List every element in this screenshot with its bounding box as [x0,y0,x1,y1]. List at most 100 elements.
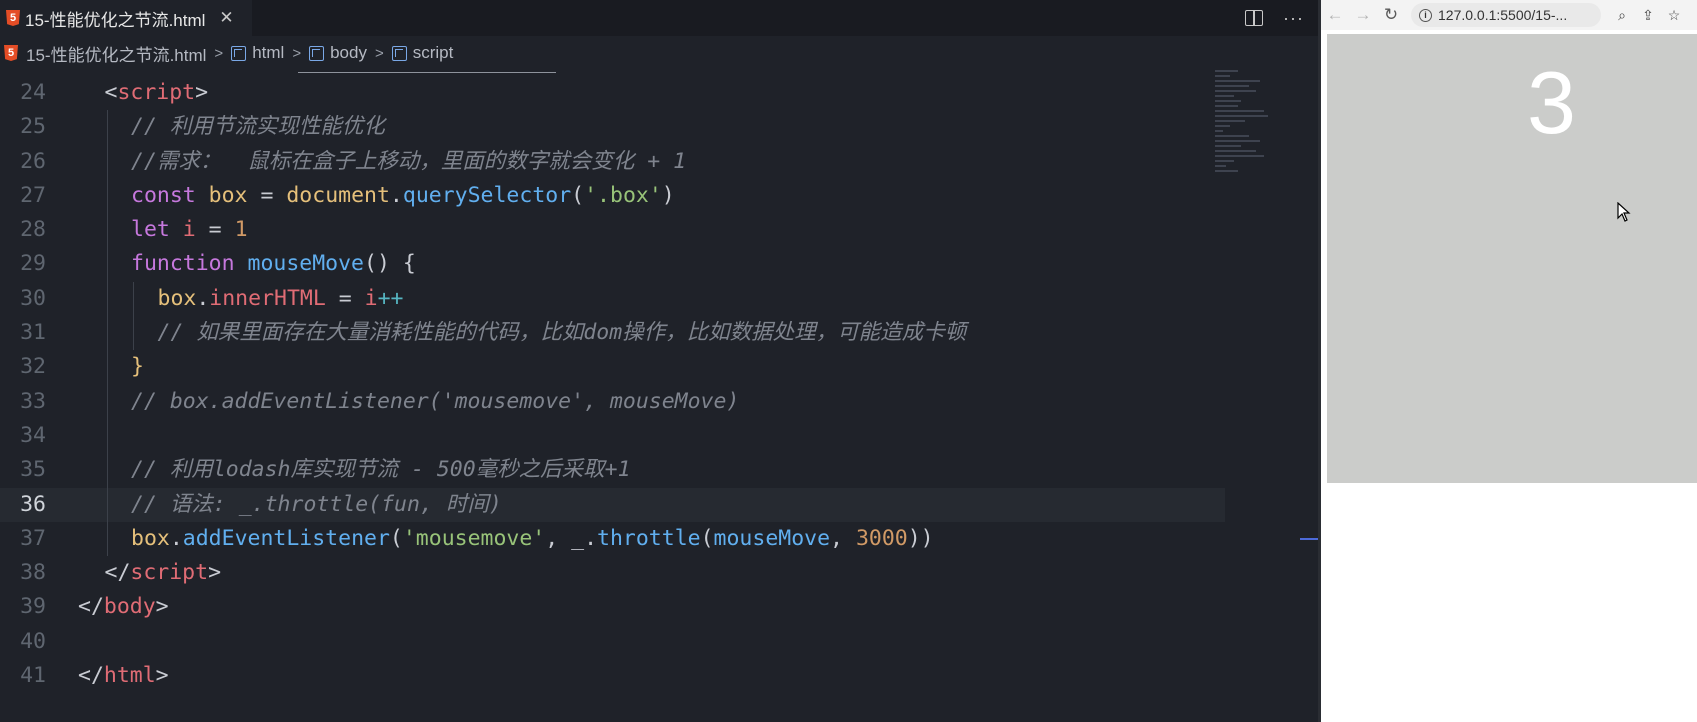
code-line[interactable]: 26 //需求： 鼠标在盒子上移动，里面的数字就会变化 + 1 [0,144,1225,179]
code-text: // 如果里面存在大量消耗性能的代码，比如dom操作，比如数据处理，可能造成卡顿 [158,316,967,350]
code-token: 'mousemove' [402,525,546,551]
minimap-line [1215,105,1238,107]
code-token: //需求： 鼠标在盒子上移动，里面的数字就会变化 + 1 [131,148,687,174]
minimap-line [1215,85,1249,87]
line-number: 34 [20,422,46,448]
minimap-line [1215,165,1227,167]
minimap-line [1215,135,1249,137]
minimap[interactable] [1215,70,1290,172]
code-line[interactable]: 24 <script> [0,76,1225,110]
code-token: ( [700,525,714,551]
code-token: ) [661,182,675,208]
code-token: querySelector [402,182,572,208]
element-icon [391,45,407,61]
breadcrumb-body[interactable]: body [309,43,367,63]
breadcrumb-file[interactable]: 5 15-性能优化之节流.html [4,41,206,66]
code-token: // 利用节流实现性能优化 [131,114,385,140]
zoom-icon[interactable]: ⌕ [1609,7,1635,24]
more-actions-icon[interactable]: ··· [1283,9,1304,27]
box-element[interactable]: 3 [1327,34,1697,483]
code-token: < [104,80,118,105]
code-token: '.box' [584,182,662,208]
code-line[interactable]: 40 [0,625,1225,659]
code-token: . [169,525,183,551]
code-token: i [364,285,378,311]
indent-guide [133,316,134,351]
indent-guide [133,281,134,317]
code-line[interactable]: 35 // 利用lodash库实现节流 - 500毫秒之后采取+1 [0,453,1225,488]
star-icon[interactable]: ☆ [1661,7,1687,24]
split-editor-icon[interactable] [1245,10,1264,26]
code-line[interactable]: 33 // box.addEventListener('mousemove', m… [0,384,1225,419]
code-token: } [131,354,144,380]
line-number: 26 [20,148,46,174]
indent-guide [106,247,108,282]
info-icon[interactable]: i [1419,8,1432,22]
code-line[interactable]: 25 // 利用节流实现性能优化 [0,110,1225,145]
breadcrumb-label: script [412,43,454,62]
box-counter: 3 [1527,53,1576,152]
breadcrumb-underline [298,72,556,73]
code-editor[interactable]: 5 15-性能优化之节流.html ✕ ··· 5 15-性能优化之节流.htm… [0,0,1318,722]
code-line[interactable]: 32} [0,350,1225,385]
code-text: // 语法: _.throttle(fun, 时间) [131,488,502,522]
code-token: addEventListener [182,525,390,551]
code-token: box [131,525,170,551]
forward-icon[interactable]: → [1349,5,1377,25]
code-token: > [155,663,169,689]
code-text: //需求： 鼠标在盒子上移动，里面的数字就会变化 + 1 [131,145,686,179]
line-number: 35 [20,457,46,483]
code-token: script [117,80,196,105]
code-token: mouseMove [713,525,831,551]
editor-tab[interactable]: 5 15-性能优化之节流.html ✕ [0,0,252,36]
code-line[interactable]: 28 let i = 1 [0,213,1225,248]
code-area[interactable]: 24 <script> 25// 利用节流实现性能优化 26//需求： 鼠标在盒子上移… [0,76,1225,693]
close-icon[interactable]: ✕ [219,8,233,28]
code-text: </body> [78,590,169,624]
reload-icon[interactable]: ↻ [1377,5,1405,25]
back-icon[interactable]: ← [1321,5,1349,25]
code-text: } [131,350,144,384]
address-bar[interactable]: i 127.0.0.1:5500/15-... [1411,3,1601,27]
minimap-line [1215,95,1234,97]
code-token: const [131,182,209,208]
code-line[interactable]: 30 box.innerHTML = i++ [0,281,1225,317]
breadcrumb-label: body [330,43,367,62]
code-token: ++ [377,285,404,311]
code-token: , _. [545,525,598,551]
code-line[interactable]: 31 // 如果里面存在大量消耗性能的代码，比如dom操作，比如数据处理，可能造成… [0,316,1225,351]
breadcrumb-script[interactable]: script [391,43,454,63]
code-text: // box.addEventListener('mousemove', mou… [131,385,739,419]
code-text: box.innerHTML = i++ [158,282,404,316]
chevron-right-icon: > [292,44,302,62]
code-line[interactable]: 39 </body> [0,590,1225,624]
code-token: . [196,285,210,311]
line-number: 28 [20,217,46,243]
code-line[interactable]: 27 const box = document.querySelector('.b… [0,178,1225,214]
code-line[interactable]: 34 [0,418,1225,454]
code-token: // 如果里面存在大量消耗性能的代码，比如dom操作，比如数据处理，可能造成卡顿 [157,320,967,346]
code-token: html [103,663,156,689]
code-line[interactable]: 36 // 语法: _.throttle(fun, 时间) [0,487,1225,522]
code-line[interactable]: 29 function mouseMove() { [0,247,1225,282]
element-icon [231,45,247,61]
html5-icon: 5 [6,10,20,26]
code-line[interactable]: 41 </html> [0,659,1225,693]
share-icon[interactable]: ⇪ [1635,7,1661,24]
minimap-line [1215,90,1257,92]
minimap-line [1215,75,1230,77]
code-text: <script> [105,76,209,110]
minimap-line [1215,110,1264,112]
indent-guide [106,281,108,317]
minimap-line [1215,170,1238,172]
minimap-line [1215,160,1234,162]
code-line[interactable]: 38 </script> [0,556,1225,590]
minimap-line [1215,130,1223,132]
indent-guide [106,316,108,351]
url-text: 127.0.0.1:5500/15-... [1438,7,1568,23]
line-number: 24 [20,80,46,105]
breadcrumb-html[interactable]: html [231,43,284,63]
code-line[interactable]: 37 box.addEventListener('mousemove', _.th… [0,521,1225,557]
code-token: () { [364,251,416,277]
indent-guide [106,350,108,385]
